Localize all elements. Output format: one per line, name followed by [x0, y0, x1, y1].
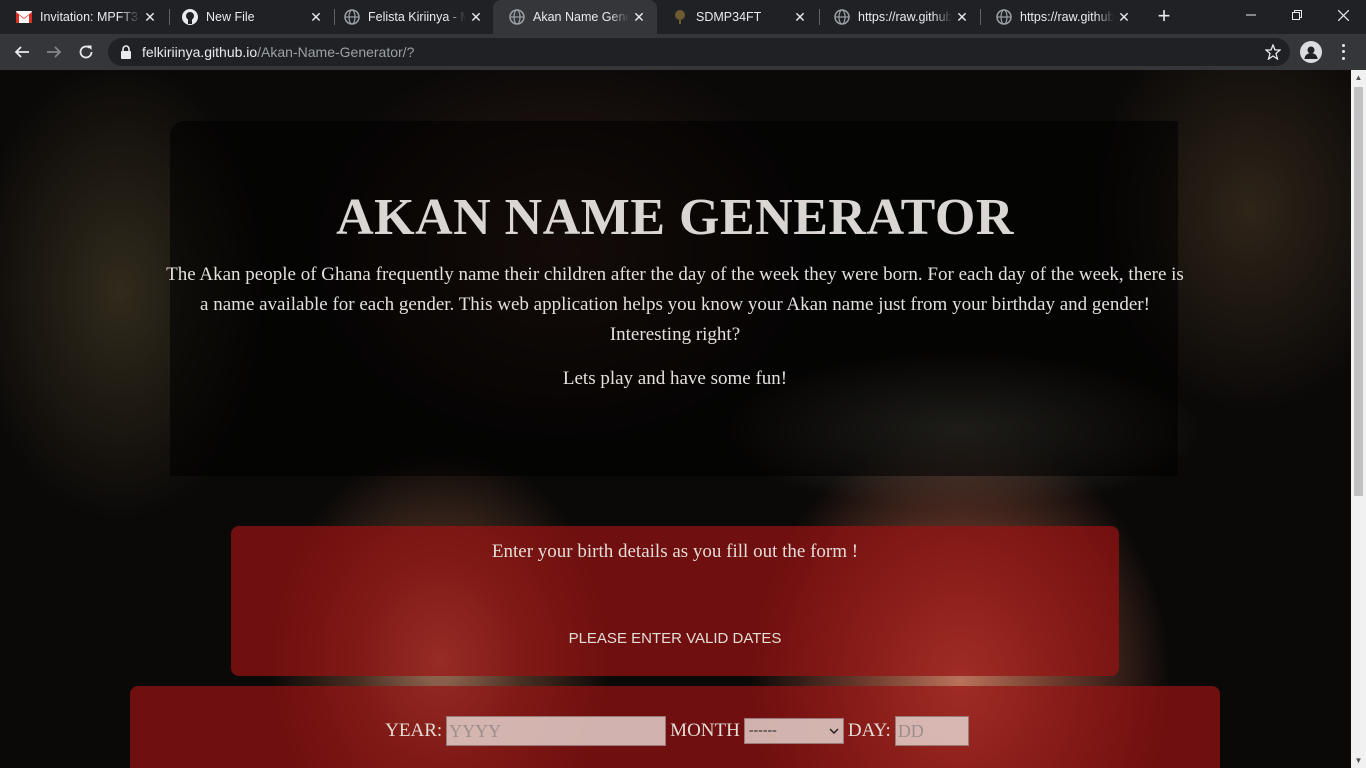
tab-strip: Invitation: MPFT34 ✕ New File ✕ Felista … [0, 0, 1366, 34]
new-tab-button[interactable]: + [1152, 5, 1176, 29]
day-input[interactable] [894, 716, 969, 746]
chevron-down-icon [829, 728, 839, 734]
minimize-button[interactable] [1228, 0, 1274, 30]
github-icon [182, 9, 198, 25]
tab-title: SDMP34FT [696, 10, 762, 24]
close-tab-icon[interactable]: ✕ [1114, 7, 1134, 27]
profile-avatar[interactable] [1300, 41, 1322, 63]
tab-sdmp34ft[interactable]: SDMP34FT ✕ [656, 0, 818, 34]
tab-title: Invitation: MPFT34 [40, 10, 140, 24]
forward-button[interactable] [40, 38, 68, 66]
tab-title: https://raw.githubu [858, 10, 952, 24]
globe-icon [834, 9, 850, 25]
reload-button[interactable] [72, 38, 100, 66]
url-text: felkiriinya.github.io/Akan-Name-Generato… [142, 44, 414, 60]
tab-title: Akan Name Gener [533, 10, 629, 24]
form-info-panel: Enter your birth details as you fill out… [231, 526, 1119, 676]
user-icon [1304, 46, 1318, 59]
page-viewport: AKAN NAME GENERATOR The Akan people of G… [0, 70, 1366, 768]
close-tab-icon[interactable]: ✕ [140, 7, 160, 27]
url-path: /Akan-Name-Generator/? [257, 44, 415, 60]
tab-new-file[interactable]: New File ✕ [166, 0, 334, 34]
tree-icon [672, 9, 688, 25]
lock-icon [120, 45, 134, 59]
close-tab-icon[interactable]: ✕ [790, 7, 810, 27]
date-form-panel: YEAR: MONTH ------ DAY: [130, 686, 1220, 768]
tab-akan-name-generator[interactable]: Akan Name Gener ✕ [493, 0, 657, 34]
globe-icon [996, 9, 1012, 25]
globe-icon [344, 9, 360, 25]
gmail-icon [16, 9, 32, 25]
scroll-down-arrow-icon[interactable]: ▼ [1354, 756, 1363, 765]
tab-raw-github-2[interactable]: https://raw.githubu ✕ [980, 0, 1142, 34]
scroll-up-arrow-icon[interactable]: ▲ [1354, 73, 1363, 82]
date-fields: YEAR: MONTH ------ DAY: [130, 716, 1220, 746]
url-host: felkiriinya.github.io [142, 44, 258, 60]
day-label: DAY: [847, 720, 891, 741]
scrollbar-thumb[interactable] [1354, 87, 1363, 496]
close-window-button[interactable] [1320, 0, 1366, 30]
tab-felista-kiriinya[interactable]: Felista Kiriinya - M ✕ [328, 0, 494, 34]
close-tab-icon[interactable]: ✕ [952, 7, 972, 27]
tab-title: https://raw.githubu [1020, 10, 1114, 24]
month-select[interactable]: ------ [743, 718, 844, 744]
year-label: YEAR: [385, 720, 443, 741]
bookmark-star-icon[interactable] [1264, 43, 1282, 61]
tab-raw-github-1[interactable]: https://raw.githubu ✕ [818, 0, 980, 34]
tab-title: Felista Kiriinya - M [368, 10, 466, 24]
arrow-right-icon [47, 46, 62, 58]
month-selected-value: ------ [748, 723, 777, 738]
tab-gmail-invitation[interactable]: Invitation: MPFT34 ✕ [0, 0, 168, 34]
tab-title: New File [206, 10, 255, 24]
page-title: AKAN NAME GENERATOR [336, 189, 1014, 246]
form-heading: Enter your birth details as you fill out… [491, 541, 859, 562]
month-label: MONTH [670, 720, 740, 741]
globe-icon [509, 9, 525, 25]
validation-message: PLEASE ENTER VALID DATES [568, 630, 782, 647]
reload-icon [79, 45, 93, 59]
year-input[interactable] [446, 716, 667, 746]
page-scrollbar[interactable]: ▲ ▼ [1351, 70, 1366, 768]
address-bar[interactable]: felkiriinya.github.io/Akan-Name-Generato… [108, 38, 1290, 66]
close-tab-icon[interactable]: ✕ [306, 7, 326, 27]
tagline: Lets play and have some fun! [562, 368, 788, 389]
browser-toolbar: felkiriinya.github.io/Akan-Name-Generato… [0, 34, 1366, 70]
arrow-left-icon [14, 46, 29, 58]
browser-menu-button[interactable] [1335, 42, 1351, 62]
intro-paragraph: The Akan people of Ghana frequently name… [166, 264, 1184, 345]
close-tab-icon[interactable]: ✕ [629, 7, 649, 27]
close-tab-icon[interactable]: ✕ [466, 7, 486, 27]
restore-button[interactable] [1274, 0, 1320, 30]
back-button[interactable] [8, 38, 36, 66]
